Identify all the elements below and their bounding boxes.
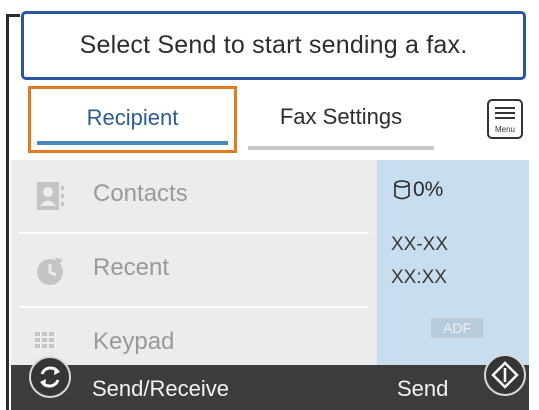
contacts-icon [37,182,64,210]
tab-recipient[interactable]: Recipient [28,86,237,153]
date-display: XX-XX [391,234,449,255]
tab-fax-settings-label: Fax Settings [279,104,403,129]
contacts-label: Contacts [93,180,188,207]
tab-recipient-indicator [37,141,228,145]
memory-icon [394,180,410,200]
time-display: XX:XX [391,267,447,288]
recent-label: Recent [93,254,170,281]
status-panel: 0% XX-XX XX:XX ADF [377,160,529,365]
tab-fax-settings[interactable]: Fax Settings [248,90,434,150]
send-label[interactable]: Send [397,376,448,402]
menu-icon [495,107,515,122]
frame-top-edge [6,14,20,17]
memory-percent: 0% [413,178,444,201]
tab-recipient-label: Recipient [86,105,179,130]
send-receive-label[interactable]: Send/Receive [92,376,229,402]
tab-fax-settings-indicator [248,146,434,150]
recipient-options-panel: Contacts Recent Keypad [11,160,377,365]
menu-label: Menu [494,125,515,134]
keypad-icon [35,332,54,348]
menu-button[interactable]: Menu [487,99,523,139]
start-icon [491,361,519,389]
recent-item[interactable]: Recent [11,234,377,306]
swap-arrows-icon [40,366,60,388]
contacts-item[interactable]: Contacts [11,160,377,232]
bottom-action-bar: Send/Receive Send [11,365,529,410]
recent-icon [37,257,63,285]
send-button[interactable] [484,354,526,396]
frame-left-edge [6,14,9,410]
banner-message: Select Send to start sending a fax. [79,31,468,59]
keypad-label: Keypad [93,328,175,355]
instruction-banner: Select Send to start sending a fax. [21,11,526,80]
memory-status: 0% [393,178,443,202]
adf-indicator: ADF [431,318,483,338]
send-receive-button[interactable] [29,356,71,398]
